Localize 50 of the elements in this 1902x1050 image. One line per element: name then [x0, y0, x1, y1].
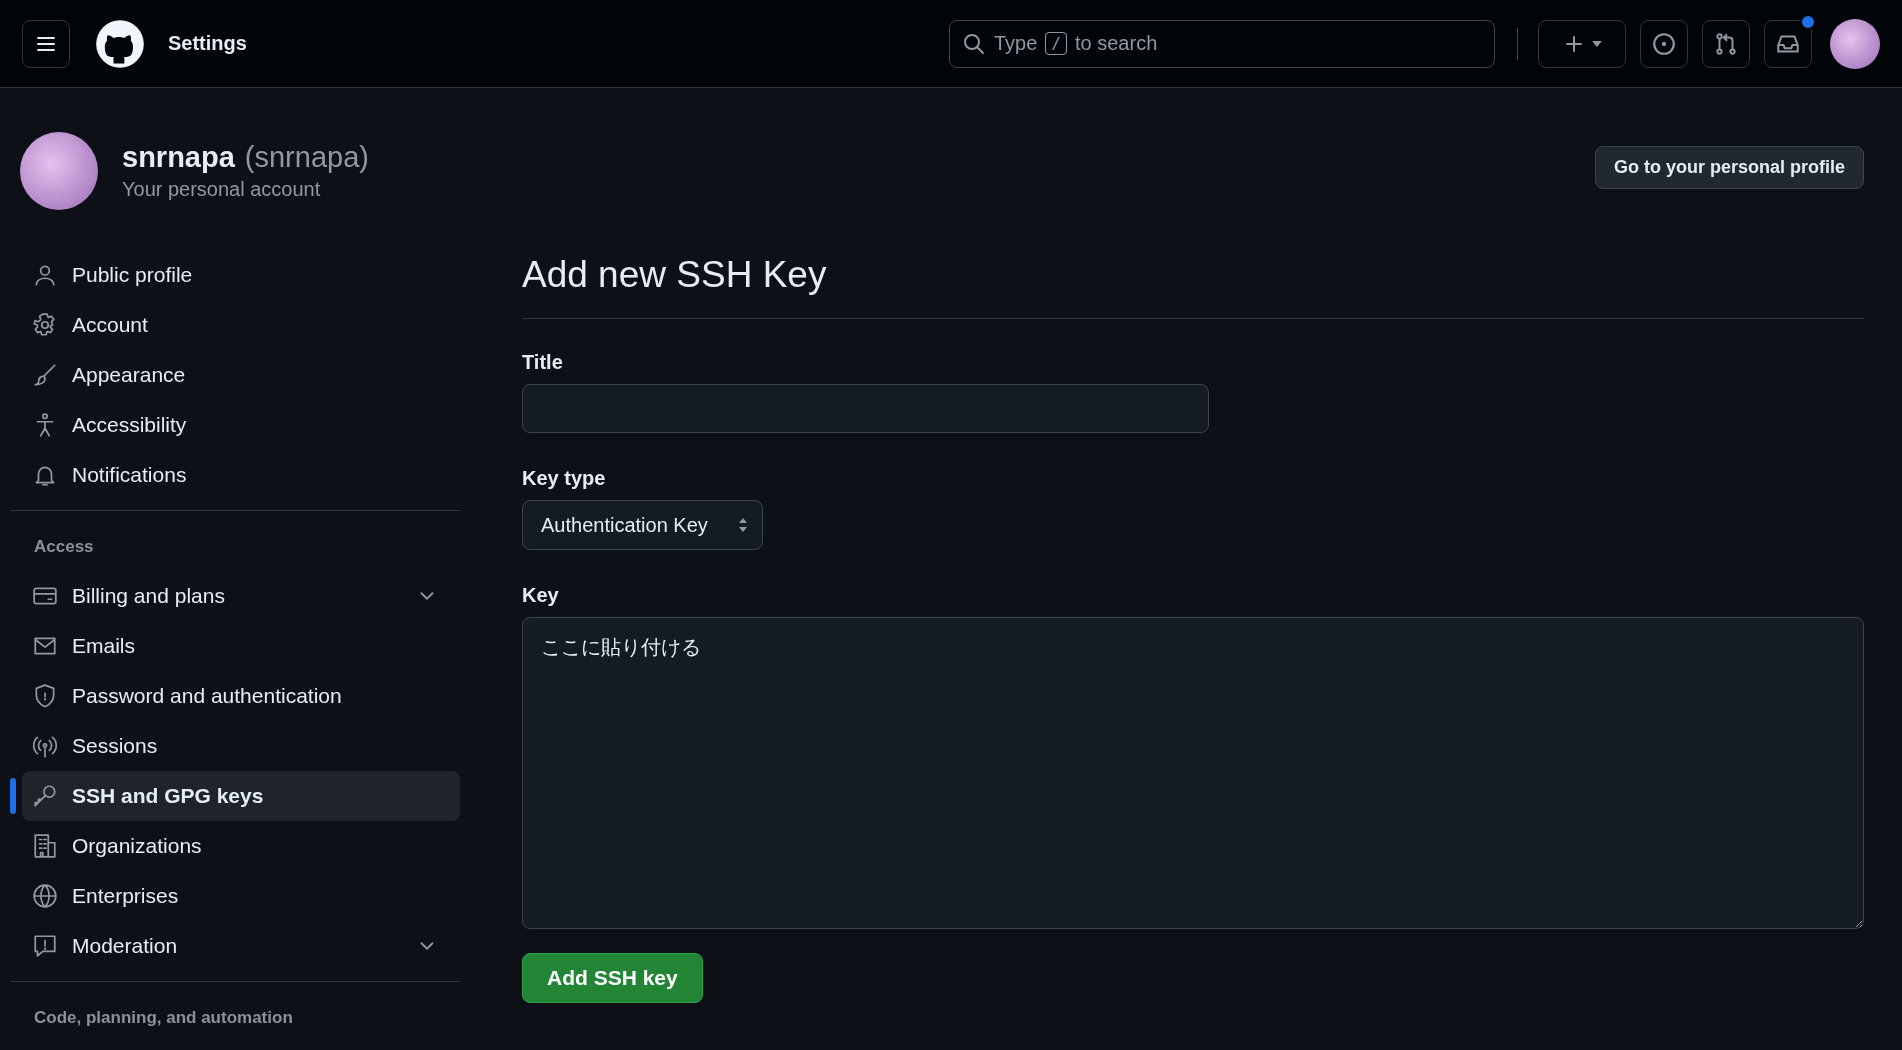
menu-button[interactable]	[22, 19, 70, 68]
title-input-field[interactable]	[522, 384, 1209, 433]
building-icon	[32, 833, 58, 859]
sidebar-item[interactable]: Billing and plans	[22, 571, 460, 621]
account-subtitle: Your personal account	[122, 178, 322, 201]
user-name: snrnapa	[122, 141, 235, 174]
sidebar-item[interactable]: SSH and GPG keys	[22, 771, 460, 821]
page-heading: Add new SSH Key	[522, 254, 827, 296]
key-type-dropdown[interactable]: Authentication Key	[522, 500, 763, 550]
field-label: Title	[522, 351, 563, 374]
avatar[interactable]	[1830, 18, 1880, 69]
field-label: Key	[522, 584, 559, 607]
search-icon	[962, 31, 986, 56]
comment-alert-icon	[32, 933, 58, 959]
globe-icon	[32, 883, 58, 909]
issues-button[interactable]	[1640, 19, 1688, 68]
sidebar-item[interactable]: Public profile	[22, 250, 460, 300]
pull-request-icon	[1713, 30, 1739, 57]
sidebar-item[interactable]: Emails	[22, 621, 460, 671]
add-ssh-key-button[interactable]: Add SSH key	[522, 953, 703, 1003]
field-label: Key type	[522, 467, 606, 490]
shield-icon	[32, 683, 58, 709]
sidebar-item[interactable]: Enterprises	[22, 871, 460, 921]
broadcast-icon	[32, 733, 58, 759]
search-hint-suffix: to search	[1075, 32, 1158, 55]
sidebar-item[interactable]: Password and authentication	[22, 671, 460, 721]
search-hint: Type	[994, 32, 1038, 55]
shortcut-key: /	[1045, 32, 1067, 55]
sidebar-item[interactable]: Account	[22, 300, 460, 350]
cat-logo-icon[interactable]	[94, 17, 146, 70]
paintbrush-icon	[32, 362, 58, 388]
sidebar-item[interactable]: Accessibility	[22, 400, 460, 450]
pull-requests-button[interactable]	[1702, 19, 1750, 68]
circle-dot-icon	[1651, 30, 1677, 57]
key-text-area[interactable]: ここに貼り付ける	[522, 617, 1864, 929]
sidebar-item[interactable]: Moderation	[22, 921, 460, 971]
sidebar-item[interactable]: Notifications	[22, 450, 460, 500]
key-icon	[32, 783, 58, 809]
section-heading: Code, planning, and automation	[33, 1007, 294, 1029]
selection-indicator	[10, 778, 16, 814]
page-title: Settings	[168, 32, 248, 55]
section-heading: Access	[33, 536, 95, 558]
caret-icon	[1592, 40, 1602, 47]
sidebar-item[interactable]: Organizations	[22, 821, 460, 871]
sidebar-item[interactable]: Appearance	[22, 350, 460, 400]
search-field[interactable]: Type / to search	[949, 19, 1495, 68]
create-new-button[interactable]	[1538, 19, 1626, 68]
personal-profile-button[interactable]: Go to your personal profile	[1594, 145, 1864, 189]
user-login: (snrnapa)	[244, 141, 369, 174]
sidebar-item[interactable]: Sessions	[22, 721, 460, 771]
